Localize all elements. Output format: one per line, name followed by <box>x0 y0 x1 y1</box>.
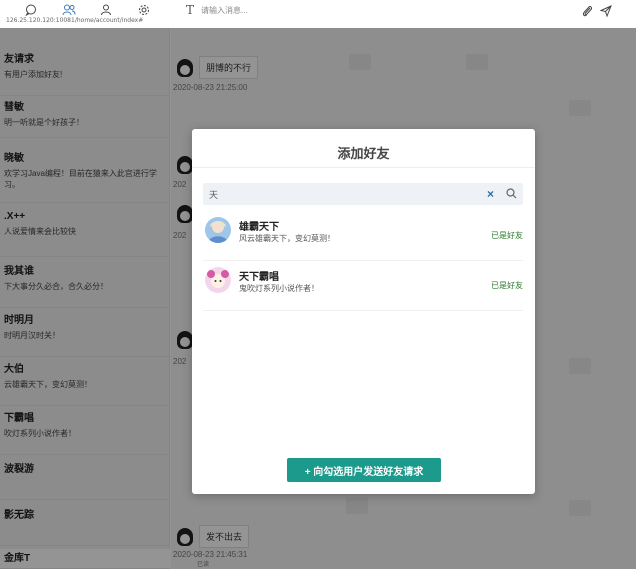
url-text: 126.25.120.120:10081/home/account/index# <box>6 17 144 24</box>
send-icon[interactable] <box>600 5 612 17</box>
gear-icon[interactable] <box>138 4 150 16</box>
search-icon[interactable] <box>506 188 517 199</box>
search-bar: × <box>203 183 523 205</box>
friend-search-input[interactable] <box>209 186 469 202</box>
friend-status-badge: 已是好友 <box>491 231 523 240</box>
result-name: 雄霸天下 <box>239 222 279 233</box>
avatar <box>205 217 231 243</box>
clear-search-icon[interactable]: × <box>487 186 494 202</box>
message-input-placeholder[interactable]: 请输入消息... <box>201 5 248 16</box>
add-friend-dialog: 添加好友 × 雄霸天下 风云雄霸天下，变幻莫测！ 已是好友 天下霸唱 鬼吹灯系列… <box>192 129 535 494</box>
dialog-title: 添加好友 <box>337 146 390 161</box>
result-signature: 鬼吹灯系列小说作者！ <box>239 284 319 293</box>
send-friend-request-button[interactable]: + 向勾选用户发送好友请求 <box>287 458 441 482</box>
result-signature: 风云雄霸天下，变幻莫测！ <box>239 234 335 243</box>
search-result-item[interactable]: 雄霸天下 风云雄霸天下，变幻莫测！ 已是好友 <box>203 215 523 261</box>
avatar <box>205 267 231 293</box>
chat-icon[interactable] <box>25 4 37 16</box>
result-name: 天下霸唱 <box>239 272 279 283</box>
search-result-item[interactable]: 天下霸唱 鬼吹灯系列小说作者！ 已是好友 <box>203 265 523 311</box>
text-format-icon[interactable]: T <box>186 3 194 17</box>
top-bar: 126.25.120.120:10081/home/account/index#… <box>0 0 636 28</box>
contacts-icon[interactable] <box>62 4 76 16</box>
friend-status-badge: 已是好友 <box>491 281 523 290</box>
paperclip-icon[interactable] <box>582 5 593 17</box>
divider <box>192 167 535 168</box>
profile-icon[interactable] <box>100 4 112 16</box>
